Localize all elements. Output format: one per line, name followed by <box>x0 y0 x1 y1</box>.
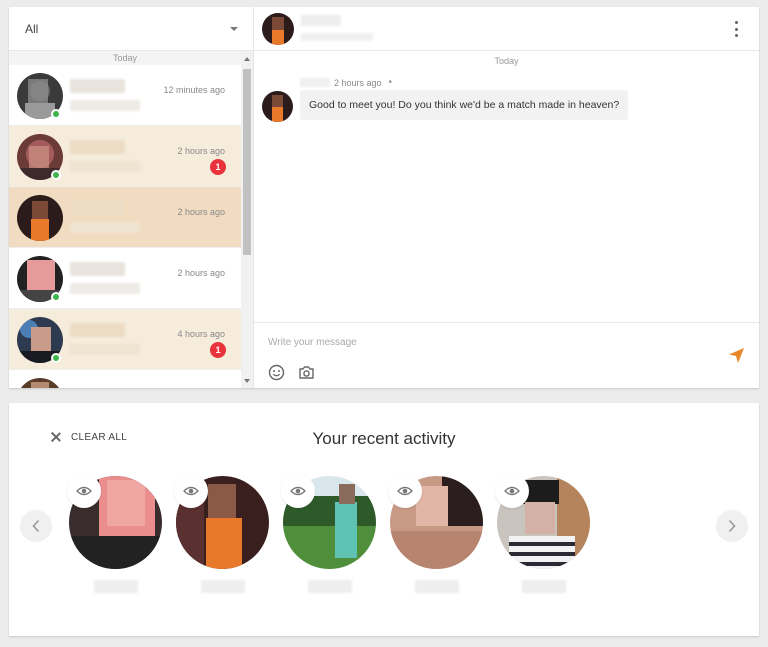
conversation-time: 2 hours ago <box>177 146 225 156</box>
blurred-name <box>70 79 125 93</box>
messages-panel: All Today 12 minutes ago 2 hours ago 1 2… <box>9 7 759 388</box>
scrollbar-thumb[interactable] <box>243 69 251 255</box>
eye-icon[interactable] <box>174 474 208 508</box>
blurred-name <box>70 201 125 215</box>
conversation-item[interactable]: 2 hours ago <box>9 248 241 309</box>
avatar[interactable] <box>262 13 294 45</box>
avatar <box>17 378 63 388</box>
unread-count-badge: 1 <box>210 342 226 358</box>
blurred-name <box>93 580 138 593</box>
blurred-message-preview <box>70 283 140 294</box>
unread-count-badge: 1 <box>210 159 226 175</box>
blurred-name <box>70 323 125 337</box>
carousel-next-button[interactable] <box>716 510 748 542</box>
blurred-message-preview <box>70 161 140 172</box>
scroll-down-arrow-icon[interactable] <box>244 379 250 383</box>
chevron-left-icon <box>32 519 40 533</box>
chat-header <box>254 7 759 51</box>
filter-selected-value: All <box>25 21 39 36</box>
conversation-list-scrollbar[interactable] <box>241 51 253 388</box>
avatar <box>262 91 293 122</box>
blurred-message-preview <box>70 344 140 355</box>
recent-profile-card[interactable] <box>67 474 162 593</box>
blurred-message-preview <box>70 222 140 233</box>
kebab-menu-icon[interactable] <box>735 21 739 37</box>
recent-profile-card[interactable] <box>388 474 483 593</box>
chevron-down-icon <box>230 27 238 31</box>
chat-day-separator: Today <box>494 56 519 66</box>
chat-thread-pane: Today 2 hours ago • Good to meet you! Do… <box>254 7 759 388</box>
recent-activity-panel: CLEAR ALL Your recent activity <box>9 403 759 636</box>
section-title: Your recent activity <box>312 429 456 448</box>
carousel-prev-button[interactable] <box>20 510 52 542</box>
message-time: 2 hours ago <box>334 77 382 88</box>
blurred-message-preview <box>70 100 140 111</box>
recent-profile-card[interactable] <box>281 474 376 593</box>
conversation-list-pane: All Today 12 minutes ago 2 hours ago 1 2… <box>9 7 254 388</box>
eye-icon[interactable] <box>495 474 529 508</box>
blurred-name <box>70 140 125 154</box>
conversation-filter-dropdown[interactable]: All <box>9 7 253 51</box>
eye-icon[interactable] <box>281 474 315 508</box>
online-status-dot <box>51 353 61 363</box>
sent-indicator-icon: • <box>388 77 393 88</box>
blurred-name <box>301 15 341 26</box>
recent-profile-card[interactable] <box>174 474 269 593</box>
conversation-time: 2 hours ago <box>177 207 225 217</box>
blurred-name <box>307 580 352 593</box>
online-status-dot <box>51 292 61 302</box>
blurred-name <box>414 580 459 593</box>
blurred-name <box>200 580 245 593</box>
online-status-dot <box>51 170 61 180</box>
blurred-status <box>301 33 373 41</box>
conversation-time: 4 hours ago <box>177 329 225 339</box>
conversation-time: 12 minutes ago <box>163 85 225 95</box>
blurred-name <box>521 580 566 593</box>
avatar <box>17 195 63 241</box>
recent-profile-card[interactable] <box>495 474 590 593</box>
conversation-item[interactable]: 2 hours ago 1 <box>9 126 241 187</box>
blurred-sender-name <box>300 78 330 87</box>
emoji-icon[interactable] <box>268 364 285 381</box>
camera-icon[interactable] <box>298 365 315 380</box>
message-composer <box>254 322 759 388</box>
conversation-item[interactable] <box>9 370 241 388</box>
conversation-item[interactable]: 4 hours ago 1 <box>9 309 241 370</box>
eye-icon[interactable] <box>388 474 422 508</box>
conversation-day-separator: Today <box>9 51 241 65</box>
message-meta: 2 hours ago • <box>300 77 392 88</box>
message-bubble: Good to meet you! Do you think we'd be a… <box>300 90 629 120</box>
conversation-list: 12 minutes ago 2 hours ago 1 2 hours ago… <box>9 65 241 388</box>
scroll-up-arrow-icon[interactable] <box>244 57 250 61</box>
conversation-item[interactable]: 12 minutes ago <box>9 65 241 126</box>
conversation-time: 2 hours ago <box>177 268 225 278</box>
chevron-right-icon <box>728 519 736 533</box>
blurred-name <box>70 262 125 276</box>
send-icon[interactable] <box>728 347 745 364</box>
online-status-dot <box>51 109 61 119</box>
conversation-item[interactable]: 2 hours ago <box>9 187 241 248</box>
message-input[interactable] <box>268 333 688 351</box>
eye-icon[interactable] <box>67 474 101 508</box>
